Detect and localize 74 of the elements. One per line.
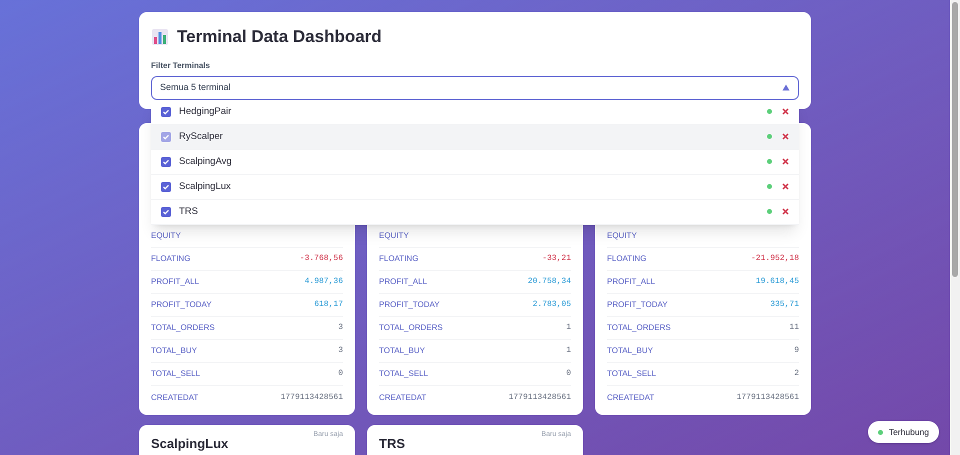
metric-label: EQUITY [607, 230, 637, 242]
metric-label: TOTAL_SELL [607, 368, 656, 380]
dropdown-option[interactable]: HedgingPair [151, 100, 799, 124]
dropdown-option[interactable]: ScalpingAvg [151, 150, 799, 174]
metric-label: TOTAL_BUY [379, 345, 425, 357]
checkbox[interactable] [161, 182, 171, 192]
metric-value: 4.987,36 [304, 276, 343, 288]
terminal-name: ScalpingLux [179, 182, 232, 192]
checkbox[interactable] [161, 206, 171, 216]
metric-value: -33,21 [542, 253, 571, 265]
bar-chart-icon [151, 28, 169, 46]
checkbox[interactable] [161, 132, 171, 142]
metric-label: TOTAL_ORDERS [607, 322, 671, 334]
metric-value: 335,71 [770, 299, 799, 311]
metric-value: -21.952,18 [750, 253, 799, 265]
metric-label: EQUITY [379, 230, 409, 242]
close-icon[interactable] [782, 183, 789, 190]
checkbox[interactable] [161, 106, 171, 116]
metric-label: TOTAL_SELL [379, 368, 428, 380]
metric-label: TOTAL_ORDERS [379, 322, 443, 334]
metric-value: 0 [566, 368, 571, 380]
metric-value: 1779113428561 [736, 392, 799, 404]
close-icon[interactable] [782, 158, 789, 165]
metric-label: FLOATING [379, 253, 418, 265]
close-icon[interactable] [782, 208, 789, 215]
dropdown-option[interactable]: RyScalper [151, 124, 799, 150]
metric-value: 3 [338, 345, 343, 357]
terminal-name: RyScalper [179, 132, 224, 142]
metric-label: PROFIT_ALL [607, 276, 656, 288]
card-title: TRS [379, 435, 405, 453]
metric-label: PROFIT_TODAY [379, 299, 440, 311]
metric-value: 0 [338, 368, 343, 380]
metric-label: CREATEDAT [607, 392, 654, 404]
metric-value: 1 [566, 345, 571, 357]
connection-status: Terhubung [888, 426, 929, 438]
metric-label: FLOATING [607, 253, 646, 265]
metric-value: 9 [794, 345, 799, 357]
metric-label: TOTAL_BUY [607, 345, 653, 357]
metric-value: 1779113428561 [508, 392, 571, 404]
caret-icon [782, 84, 790, 91]
metric-value: -3.768,56 [300, 253, 343, 265]
dropdown-option[interactable]: ScalpingLux [151, 174, 799, 200]
metric-value: 3 [338, 322, 343, 334]
metric-label: PROFIT_TODAY [607, 299, 668, 311]
dropdown-option[interactable]: TRS [151, 200, 799, 224]
metric-label: PROFIT_TODAY [151, 299, 212, 311]
terminal-name: HedgingPair [179, 106, 232, 116]
metric-label: TOTAL_BUY [151, 345, 197, 357]
metric-label: FLOATING [151, 253, 190, 265]
terminal-name: TRS [179, 206, 199, 216]
metric-label: PROFIT_ALL [151, 276, 200, 288]
metric-value: 2 [794, 368, 799, 380]
filter-select[interactable]: Semua 5 terminal [151, 76, 799, 100]
page-title: Terminal Data Dashboard [177, 26, 382, 48]
close-icon[interactable] [782, 108, 789, 115]
metric-label: CREATEDAT [379, 392, 426, 404]
metric-label: EQUITY [151, 230, 181, 242]
metric-label: PROFIT_ALL [379, 276, 428, 288]
filter-label: Filter Terminals [151, 60, 211, 72]
metric-value: 20.758,34 [528, 276, 571, 288]
checkbox[interactable] [161, 156, 171, 166]
metric-value: 19.618,45 [756, 276, 799, 288]
metric-label: CREATEDAT [151, 392, 198, 404]
metric-label: TOTAL_SELL [151, 368, 200, 380]
terminal-name: ScalpingAvg [179, 156, 233, 166]
close-icon[interactable] [782, 133, 789, 140]
metric-value: 2.783,05 [532, 299, 571, 311]
scrollbar[interactable] [950, 0, 960, 455]
metric-label: TOTAL_ORDERS [151, 322, 215, 334]
metric-value: 11 [789, 322, 799, 334]
card-title: ScalpingLux [151, 435, 228, 453]
metric-value: 1 [566, 322, 571, 334]
metric-value: 618,17 [314, 299, 343, 311]
metric-value: 1779113428561 [280, 392, 343, 404]
